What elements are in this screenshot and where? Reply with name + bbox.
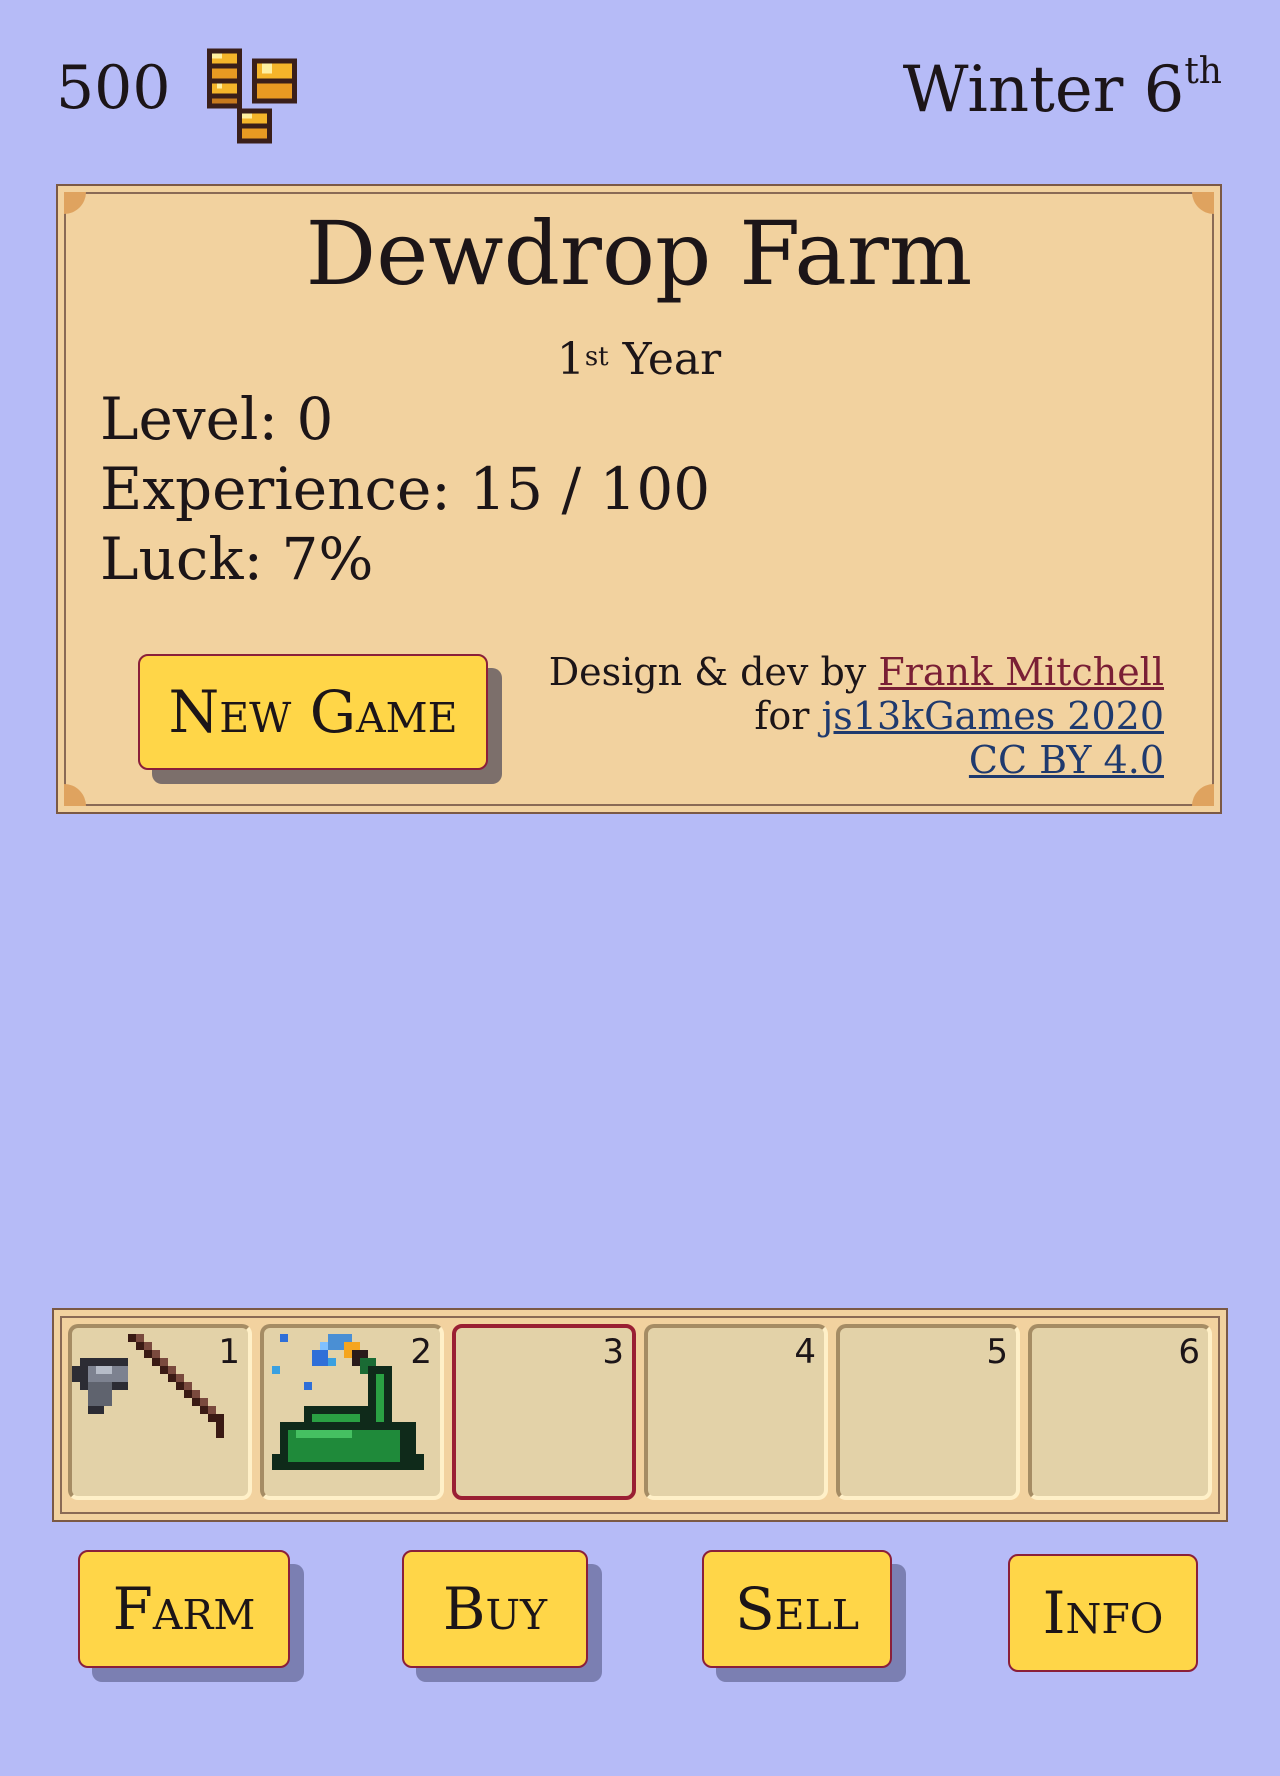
hotbar-slot-4[interactable]: 4 [644,1324,828,1500]
license-link[interactable]: CC BY 4.0 [969,738,1164,782]
hotbar-slot-5[interactable]: 5 [836,1324,1020,1500]
credits-license-line: CC BY 4.0 [549,738,1164,782]
farm-name: Dewdrop Farm [305,202,973,305]
luck-stat: Luck: 7% [100,525,374,593]
hotbar-slot-2[interactable]: 2 [260,1324,444,1500]
year-text: Year [608,334,722,385]
credits-for: for [754,694,822,738]
level-stat: Level: 0 [100,385,334,453]
tool-hotbar: 1 2 3 4 5 6 [52,1308,1228,1522]
day-suffix: th [1184,51,1222,92]
slot-number: 2 [410,1332,432,1372]
slot-number: 3 [602,1332,624,1372]
slot-number: 4 [794,1332,816,1372]
new-game-button[interactable]: New Game [138,654,488,770]
info-button[interactable]: Info [1008,1554,1198,1672]
slot-number: 6 [1178,1332,1200,1372]
gold-amount: 500 [56,53,171,123]
hotbar-slot-1[interactable]: 1 [68,1324,252,1500]
sell-button[interactable]: Sell [702,1550,892,1668]
credits-event-line: for js13kGames 2020 [549,694,1164,738]
slot-number: 1 [218,1332,240,1372]
hotbar-slot-6[interactable]: 6 [1028,1324,1212,1500]
farm-button[interactable]: Farm [78,1550,290,1668]
credits-prefix: Design & dev by [548,650,879,694]
farm-info-panel: Dewdrop Farm 1st Year Level: 0 Experienc… [56,184,1222,814]
credits: Design & dev by Frank Mitchell for js13k… [549,650,1164,782]
season-date: Winter 6th [903,54,1222,123]
year-number: 1 [556,334,585,385]
hotbar-slot-3[interactable]: 3 [452,1324,636,1500]
experience-stat: Experience: 15 / 100 [100,455,711,523]
buy-button[interactable]: Buy [402,1550,588,1668]
js13k-link[interactable]: js13kGames 2020 [822,694,1164,738]
year-suffix: st [584,342,609,372]
gold-coins-icon [207,48,297,144]
season-day: Winter 6 [902,53,1185,127]
top-hud: 500 Winter 6th [0,0,1280,150]
year-label: 1st Year [58,338,1220,382]
credits-design-line: Design & dev by Frank Mitchell [549,650,1164,694]
slot-number: 5 [986,1332,1008,1372]
author-link[interactable]: Frank Mitchell [878,650,1164,694]
